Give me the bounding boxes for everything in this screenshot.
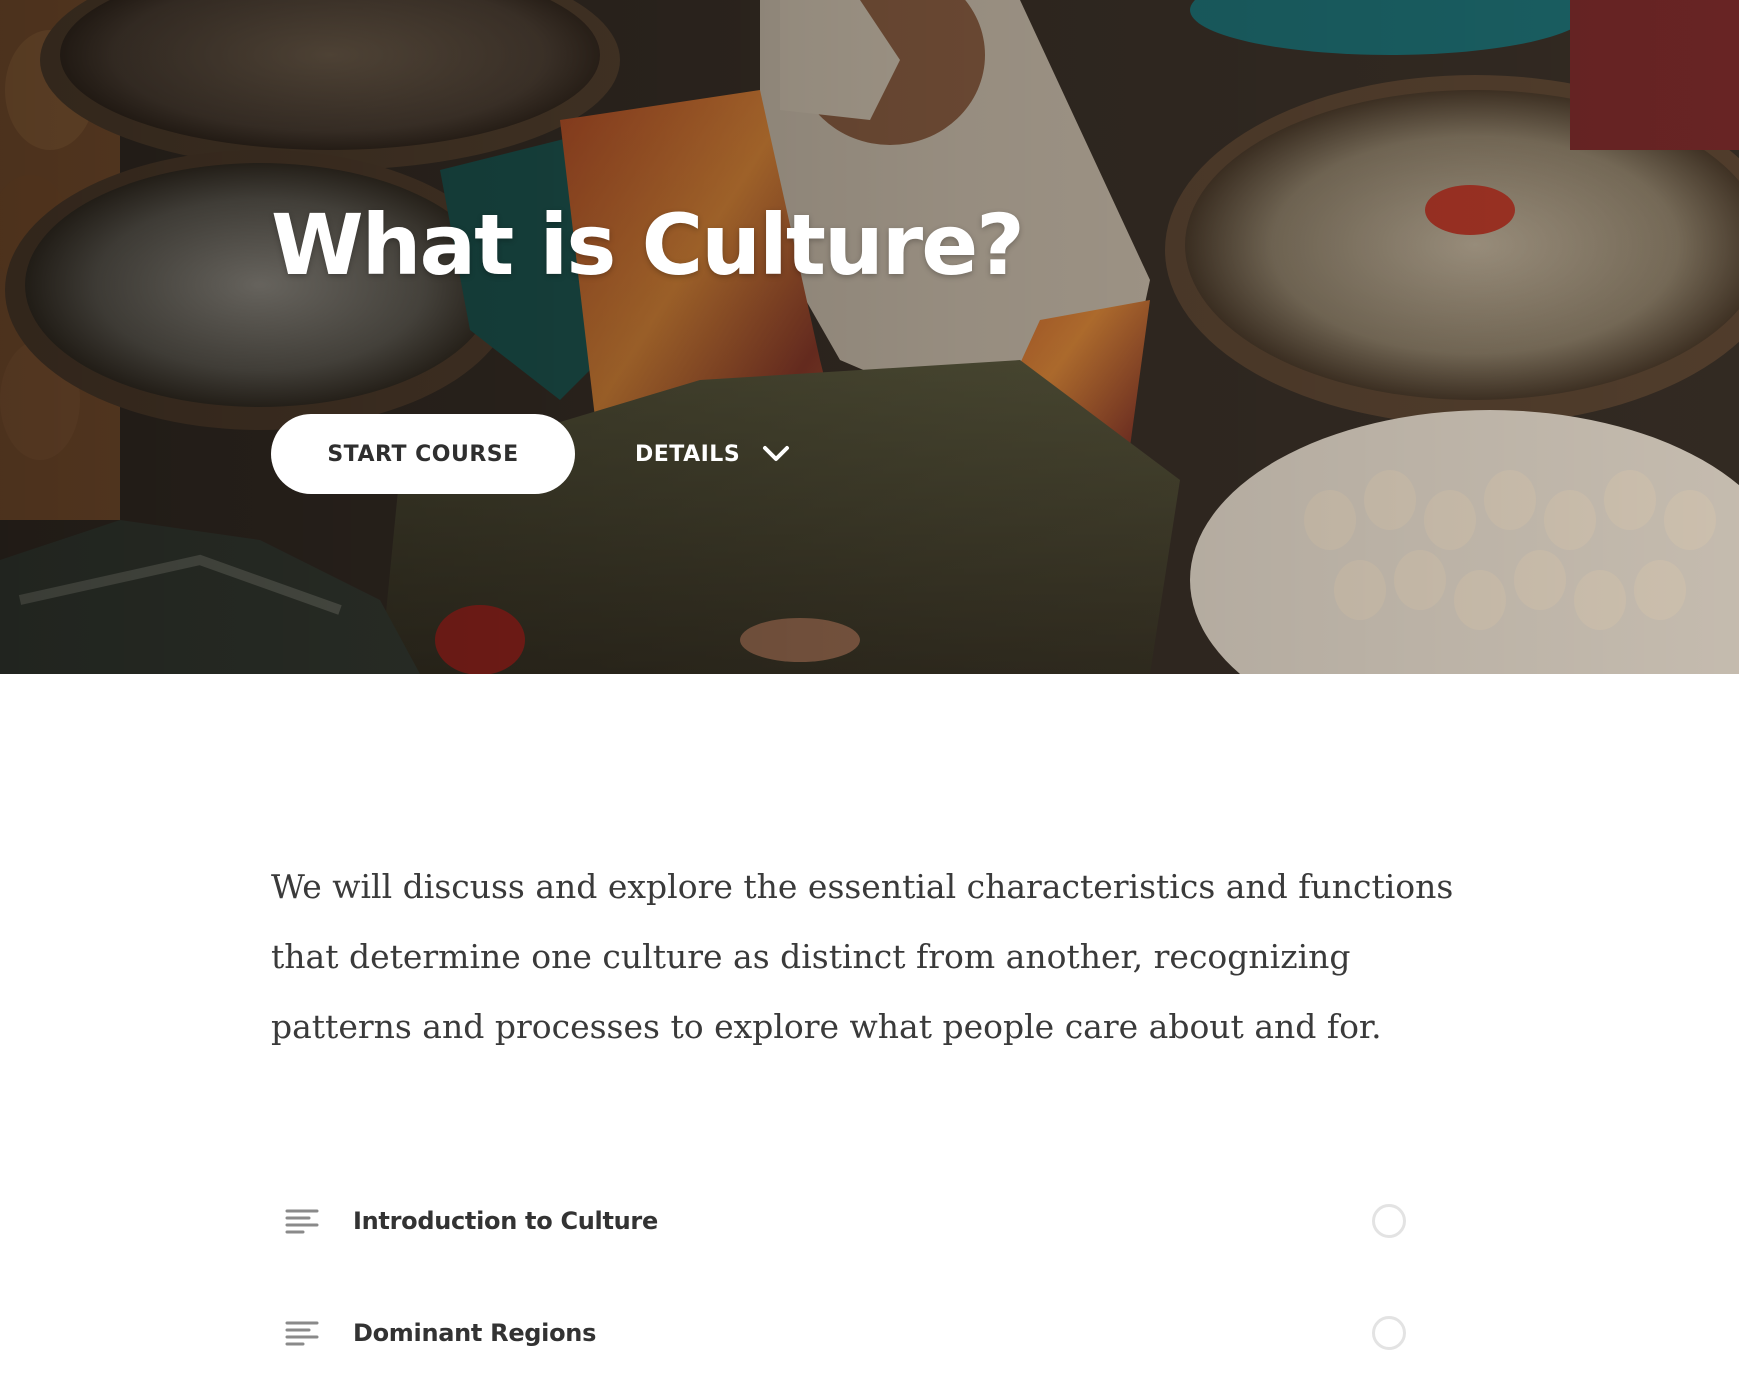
course-title: What is Culture? [271,196,1025,294]
start-course-button[interactable]: START COURSE [271,414,575,494]
course-description: We will discuss and explore the essentia… [271,867,1454,1046]
course-hero: What is Culture? START COURSE DETAILS [0,0,1739,674]
text-lines-icon [285,1209,319,1234]
lesson-title: Introduction to Culture [353,1207,658,1235]
hero-actions: START COURSE DETAILS [271,414,790,494]
details-toggle[interactable]: DETAILS [635,442,790,467]
details-label: DETAILS [635,441,741,467]
text-lines-icon [285,1321,319,1346]
chevron-down-icon [763,446,790,461]
lesson-status-indicator [1372,1204,1406,1238]
hero-scrim [0,0,1739,674]
lesson-list: Introduction to Culture Dominant Regions [271,1165,1421,1389]
lesson-status-indicator [1372,1316,1406,1350]
lesson-item[interactable]: Dominant Regions [271,1277,1421,1389]
lesson-title: Dominant Regions [353,1319,597,1347]
lesson-item[interactable]: Introduction to Culture [271,1165,1421,1277]
hero-content: What is Culture? [271,195,1471,295]
